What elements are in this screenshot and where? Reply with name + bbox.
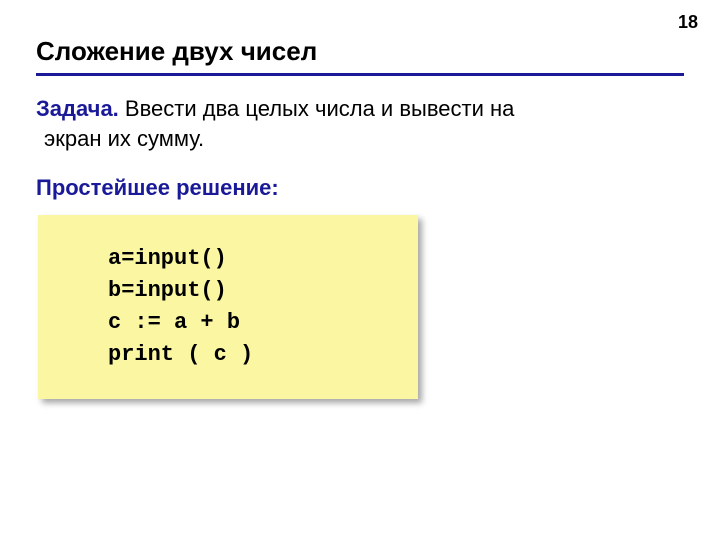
code-content: a=input() b=input() c := a + b print ( c… [108, 243, 398, 371]
slide: 18 Сложение двух чисел Задача. Ввести дв… [0, 0, 720, 540]
slide-title: Сложение двух чисел [36, 36, 684, 76]
task-label: Задача. [36, 96, 119, 121]
task-block: Задача. Ввести два целых числа и вывести… [36, 94, 684, 153]
code-box: a=input() b=input() c := a + b print ( c… [38, 215, 418, 399]
task-text-line1: Ввести два целых числа и вывести на [119, 96, 515, 121]
solution-heading: Простейшее решение: [36, 175, 684, 201]
page-number: 18 [678, 12, 698, 33]
task-text-line2: экран их сумму. [36, 126, 204, 151]
